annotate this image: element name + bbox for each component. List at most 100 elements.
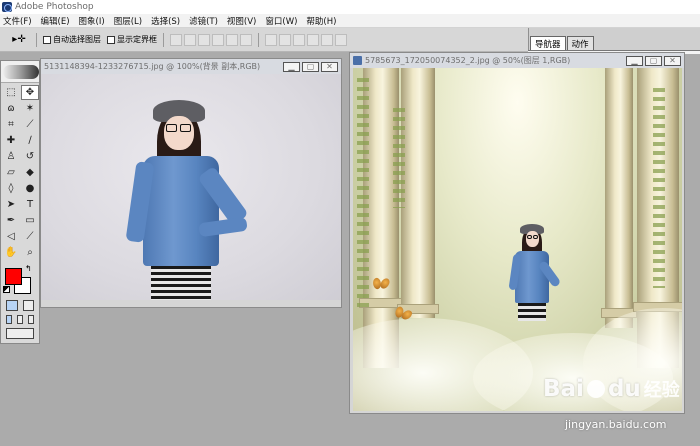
menu-view[interactable]: 视图(V) [227,15,256,27]
brush-tool-icon[interactable]: ∕ [21,133,39,148]
app-title-bar: Adobe Photoshop [0,0,700,14]
path-selection-tool-icon[interactable]: ➤ [2,197,20,212]
align-hcenter-icon[interactable] [226,33,238,46]
align-buttons [170,33,252,46]
align-top-icon[interactable] [170,33,182,46]
clone-stamp-tool-icon[interactable]: ♙ [2,149,20,164]
minimize-icon[interactable]: ▁ [626,55,643,66]
photoshop-logo-icon [2,2,12,12]
toolbox-header[interactable] [1,61,39,83]
notes-tool-icon[interactable]: ◁ [2,229,20,244]
show-bounding-box-checkbox[interactable]: 显示定界框 [107,34,157,45]
distribute-left-icon[interactable] [307,33,319,46]
slice-tool-icon[interactable]: ⟋ [21,117,39,132]
menu-layer[interactable]: 图层(L) [114,15,142,27]
tool-grid: ⬚ ✥ ɷ ✶ ⌗ ⟋ ✚ ∕ ♙ ↺ ▱ ◆ ◊ ● ➤ T ✒ ▭ ◁ ⟋ … [1,83,39,262]
divider [258,32,259,47]
align-bottom-icon[interactable] [198,33,210,46]
full-screen-mode-icon[interactable] [28,315,34,324]
paint-bucket-tool-icon[interactable]: ◆ [21,165,39,180]
standard-screen-mode-icon[interactable] [6,315,12,324]
divider [36,32,37,47]
minimize-icon[interactable]: ▁ [283,61,300,72]
swap-colors-icon[interactable]: ↰ [25,264,32,273]
tab-actions[interactable]: 动作 [566,36,594,50]
zoom-tool-icon[interactable]: ⌕ [21,245,39,260]
baidu-jingyan-label: 经验 [643,380,680,401]
baidu-logo-text: Bai [543,376,584,402]
close-icon[interactable]: ✕ [664,55,681,66]
woman-figure [508,224,562,324]
type-tool-icon[interactable]: T [21,197,39,212]
menu-image[interactable]: 图象(I) [79,15,105,27]
menu-window[interactable]: 窗口(W) [265,15,297,27]
distribute-buttons [265,33,347,46]
quick-mask-mode-icon[interactable] [22,300,34,311]
crop-tool-icon[interactable]: ⌗ [2,117,20,132]
baidu-paw-icon [586,380,605,398]
pillar-right-inner [601,68,637,328]
maximize-icon[interactable]: ▢ [645,55,662,66]
show-bounding-box-label: 显示定界框 [117,35,157,44]
full-screen-menu-mode-icon[interactable] [17,315,23,324]
menu-file[interactable]: 文件(F) [3,15,32,27]
history-brush-tool-icon[interactable]: ↺ [21,149,39,164]
menu-help[interactable]: 帮助(H) [306,15,336,27]
align-left-icon[interactable] [212,33,224,46]
document-title-bar[interactable]: 5785673_172050074352_2.jpg @ 50%(图层 1,RG… [350,53,684,68]
document-canvas[interactable] [353,68,682,411]
document-title: 5785673_172050074352_2.jpg @ 50%(图层 1,RG… [365,56,571,65]
distribute-vcenter-icon[interactable] [279,33,291,46]
document-window-right: 5785673_172050074352_2.jpg @ 50%(图层 1,RG… [349,52,685,414]
light-rays [453,68,593,238]
close-icon[interactable]: ✕ [321,61,338,72]
palette-tabs: 导航器 动作 [530,36,594,50]
menu-edit[interactable]: 编辑(E) [41,15,70,27]
vine-right [653,88,665,288]
pillar-left-inner [397,68,439,318]
eyedropper-tool-icon[interactable]: ⟋ [21,229,39,244]
standard-mode-icon[interactable] [6,300,18,311]
shape-tool-icon[interactable]: ▭ [21,213,39,228]
document-window-left: 5131148394-1233276715.jpg @ 100%(背景 副本,R… [40,58,342,308]
window-buttons: ▁ ▢ ✕ [283,61,341,72]
checkbox-box[interactable] [43,35,51,44]
auto-select-layer-checkbox[interactable]: 自动选择图层 [43,34,101,45]
align-right-icon[interactable] [240,33,252,46]
photoshop-document-icon [353,56,362,65]
dodge-tool-icon[interactable]: ● [21,181,39,196]
distribute-top-icon[interactable] [265,33,277,46]
watermark-url: jingyan.baidu.com [565,418,667,431]
tab-navigator[interactable]: 导航器 [530,36,566,50]
lasso-tool-icon[interactable]: ɷ [2,101,20,116]
window-buttons: ▁ ▢ ✕ [626,55,684,66]
imageready-icon[interactable] [6,328,34,339]
hand-tool-icon[interactable]: ✋ [2,245,20,260]
edit-modes [1,298,39,313]
tool-preset-picker[interactable]: ▸✛ [8,33,30,47]
healing-brush-tool-icon[interactable]: ✚ [2,133,20,148]
maximize-icon[interactable]: ▢ [302,61,319,72]
color-swatches: ↰ [1,264,39,298]
magic-wand-tool-icon[interactable]: ✶ [21,101,39,116]
align-vcenter-icon[interactable] [184,33,196,46]
document-canvas[interactable] [41,74,341,300]
butterfly [373,278,389,290]
checkbox-box[interactable] [107,35,115,44]
default-colors-icon[interactable] [3,286,10,293]
pen-tool-icon[interactable]: ✒ [2,213,20,228]
distribute-bottom-icon[interactable] [293,33,305,46]
blur-tool-icon[interactable]: ◊ [2,181,20,196]
document-title-bar[interactable]: 5131148394-1233276715.jpg @ 100%(背景 副本,R… [41,59,341,74]
feather-logo-icon [3,64,39,79]
marquee-tool-icon[interactable]: ⬚ [2,85,20,100]
baidu-logo-suffix: du [607,376,641,402]
vine-left-2 [393,108,405,208]
menu-filter[interactable]: 滤镜(T) [189,15,218,27]
move-tool-icon[interactable]: ✥ [21,85,39,100]
distribute-right-icon[interactable] [335,33,347,46]
foreground-color-swatch[interactable] [5,268,22,285]
distribute-hcenter-icon[interactable] [321,33,333,46]
eraser-tool-icon[interactable]: ▱ [2,165,20,180]
menu-select[interactable]: 选择(S) [151,15,180,27]
